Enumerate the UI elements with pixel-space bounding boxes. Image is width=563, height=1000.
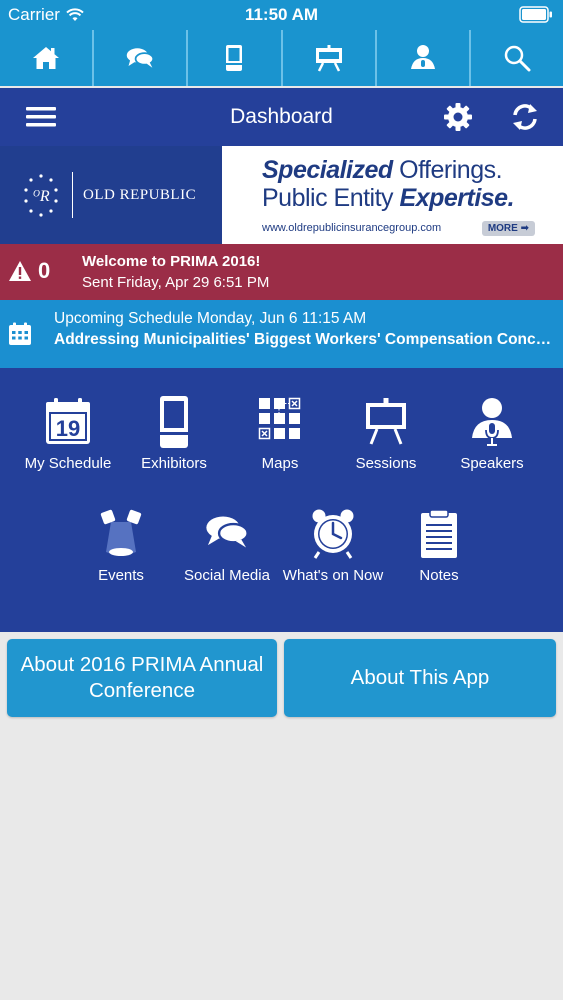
speaker-icon: [472, 398, 512, 446]
tile-label: What's on Now: [282, 567, 384, 584]
notepad-icon: [421, 509, 457, 558]
ad-headline-2-bold: Expertise.: [399, 184, 515, 212]
tile-label: Sessions: [355, 455, 417, 472]
nav-sessions-button[interactable]: [283, 30, 377, 86]
tile-social-media[interactable]: Social Media: [174, 508, 280, 585]
chat-bubbles-icon: [206, 516, 249, 548]
nav-messages-button[interactable]: [94, 30, 189, 86]
tile-label: Speakers: [460, 455, 524, 472]
tile-sessions[interactable]: Sessions: [333, 396, 439, 473]
sponsor-banner[interactable]: ᴼR OLD REPUBLIC Specialized Offerings. P…: [0, 146, 563, 244]
schedule-time: Upcoming Schedule Monday, Jun 6 11:15 AM: [54, 310, 367, 327]
booth-icon: [226, 45, 243, 71]
tile-speakers[interactable]: Speakers: [439, 396, 545, 473]
schedule-session-title: Addressing Municipalities' Biggest Worke…: [54, 331, 554, 348]
spotlights-icon: [100, 509, 142, 556]
booth-icon: [160, 396, 188, 448]
map-grid-icon: [258, 397, 301, 440]
ad-url: www.oldrepublicinsurancegroup.com: [262, 222, 442, 234]
alert-row[interactable]: 0 Welcome to PRIMA 2016! Sent Friday, Ap…: [0, 244, 563, 300]
tile-label: My Schedule: [24, 455, 112, 472]
sponsor-name: OLD REPUBLIC: [83, 186, 197, 203]
home-icon: [33, 47, 60, 69]
tile-label: Social Media: [184, 567, 270, 584]
nav-search-button[interactable]: [471, 30, 563, 86]
battery-icon: [519, 6, 552, 23]
tile-label: Events: [98, 567, 144, 584]
ad-headline-1-bold: Specialized: [262, 156, 393, 184]
tile-my-schedule[interactable]: 19 My Schedule: [15, 396, 121, 473]
tile-label: Exhibitors: [141, 455, 207, 472]
about-conference-button[interactable]: About 2016 PRIMA Annual Conference: [7, 639, 277, 717]
tile-label: Notes: [419, 567, 459, 584]
ad-headline-1: Specialized Offerings.: [262, 156, 549, 184]
easel-icon: [315, 45, 342, 72]
easel-icon: [366, 398, 406, 445]
tile-whats-on-now[interactable]: What's on Now: [280, 508, 386, 585]
sponsor-logo: ᴼR OLD REPUBLIC: [0, 146, 222, 244]
nav-exhibitors-button[interactable]: [188, 30, 283, 86]
alert-count: 0: [38, 258, 51, 283]
svg-text:ᴼR: ᴼR: [32, 188, 50, 205]
ad-headline-2-start: Public Entity: [262, 184, 400, 212]
tile-notes[interactable]: Notes: [386, 508, 492, 585]
tile-exhibitors[interactable]: Exhibitors: [121, 396, 227, 473]
status-bar: Carrier 11:50 AM: [0, 0, 563, 30]
alert-sent-time: Sent Friday, Apr 29 6:51 PM: [82, 274, 270, 291]
nav-speakers-button[interactable]: [377, 30, 471, 86]
chat-bubbles-icon: [127, 48, 155, 68]
ad-headline-2: Public Entity Expertise.: [262, 184, 549, 212]
alarm-clock-icon: [312, 509, 354, 559]
warning-icon: [9, 261, 31, 281]
nav-home-button[interactable]: [0, 30, 95, 86]
calendar-icon: 19: [46, 398, 90, 444]
refresh-icon[interactable]: [510, 101, 540, 133]
speaker-icon: [410, 45, 435, 69]
page-title: Dashboard: [230, 105, 333, 128]
tile-label: Maps: [261, 455, 299, 472]
clock: 11:50 AM: [244, 5, 319, 24]
search-icon: [504, 45, 531, 72]
about-app-button[interactable]: About This App: [284, 639, 556, 717]
top-nav: [0, 30, 563, 86]
ad-headline-1-rest: Offerings.: [392, 156, 503, 184]
sponsor-ad: Specialized Offerings. Public Entity Exp…: [222, 146, 563, 244]
calendar-day: 19: [56, 416, 80, 441]
ad-more-button[interactable]: MORE ➡: [481, 221, 535, 236]
calendar-small-icon: [9, 322, 31, 345]
old-republic-emblem-icon: ᴼR: [24, 174, 58, 217]
dashboard-grid: 19 My Schedule Exhibitors Maps Sessions …: [0, 368, 563, 632]
title-bar: Dashboard: [0, 88, 563, 146]
logo-divider: [72, 172, 73, 218]
alert-title: Welcome to PRIMA 2016!: [82, 253, 261, 270]
tile-maps[interactable]: Maps: [227, 396, 333, 473]
gear-icon[interactable]: [442, 101, 474, 133]
upcoming-schedule-row[interactable]: Upcoming Schedule Monday, Jun 6 11:15 AM…: [0, 300, 563, 368]
tile-events[interactable]: Events: [68, 508, 174, 585]
